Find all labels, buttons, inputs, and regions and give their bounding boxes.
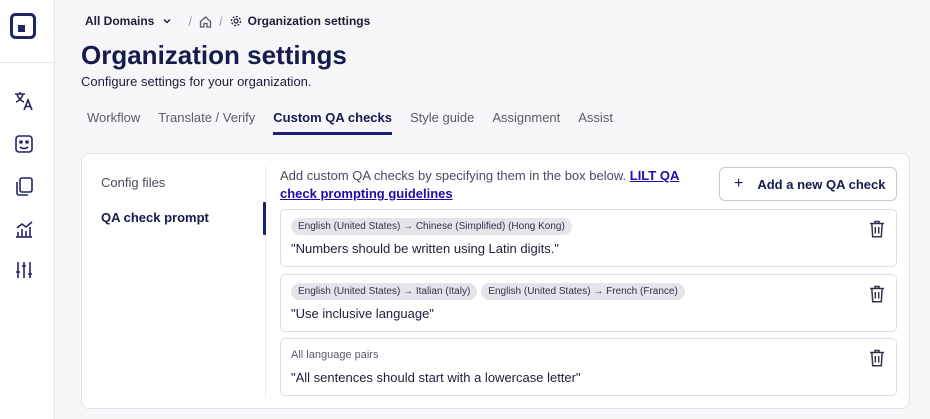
domain-selector[interactable]: All Domains (85, 14, 154, 28)
tab-bar: Workflow Translate / Verify Custom QA ch… (87, 110, 631, 135)
breadcrumb: All Domains / / Organization settings (85, 12, 370, 30)
qa-check-item[interactable]: English (United States) → Chinese (Simpl… (280, 209, 897, 267)
qa-check-prompt-text: "All sentences should start with a lower… (291, 370, 581, 385)
qa-check-item[interactable]: English (United States) → Italian (Italy… (280, 274, 897, 332)
language-pair-tags: English (United States) → Italian (Italy… (291, 283, 689, 300)
qa-check-prompt-text: "Numbers should be written using Latin d… (291, 241, 559, 256)
qa-check-item[interactable]: All language pairs "All sentences should… (280, 338, 897, 396)
logo-icon[interactable] (10, 13, 36, 39)
main-content: All Domains / / Organization settings Or… (55, 0, 930, 419)
qa-check-prompt-text: "Use inclusive language" (291, 306, 434, 321)
trash-icon[interactable] (868, 284, 886, 304)
trash-icon[interactable] (868, 348, 886, 368)
chevron-down-icon[interactable] (162, 16, 172, 26)
settings-card: Config files QA check prompt Add custom … (81, 153, 910, 409)
page-title: Organization settings (81, 40, 347, 70)
tab-workflow[interactable]: Workflow (87, 110, 140, 135)
breadcrumb-current: Organization settings (247, 14, 371, 28)
tab-custom-qa-checks[interactable]: Custom QA checks (273, 110, 393, 135)
plus-icon: + (734, 175, 744, 192)
translate-icon[interactable] (13, 90, 35, 112)
analytics-icon[interactable] (13, 218, 35, 240)
breadcrumb-separator: / (218, 13, 223, 29)
left-rail (0, 0, 55, 419)
tab-assignment[interactable]: Assignment (492, 110, 560, 135)
language-pair-tag: English (United States) → French (France… (481, 283, 685, 300)
page-subtitle: Configure settings for your organization… (81, 74, 312, 89)
language-pair-tag: English (United States) → Chinese (Simpl… (291, 218, 572, 235)
language-pair-scope: All language pairs (291, 349, 379, 361)
intro-description: Add custom QA checks by specifying them … (280, 168, 630, 183)
side-nav-config-files[interactable]: Config files (101, 175, 165, 190)
tab-assist[interactable]: Assist (578, 110, 613, 135)
breadcrumb-separator: / (188, 13, 192, 29)
settings-sliders-icon[interactable] (13, 259, 35, 281)
intro-text: Add custom QA checks by specifying them … (280, 167, 700, 203)
add-qa-check-label: Add a new QA check (757, 176, 886, 192)
side-nav-active-indicator (263, 202, 266, 235)
tab-style-guide[interactable]: Style guide (410, 110, 474, 135)
documents-icon[interactable] (13, 175, 35, 197)
review-icon[interactable] (13, 133, 35, 155)
side-nav-divider (265, 166, 266, 398)
rail-divider (0, 62, 55, 63)
add-qa-check-button[interactable]: + Add a new QA check (719, 167, 897, 201)
trash-icon[interactable] (868, 219, 886, 239)
gear-icon (230, 15, 241, 27)
home-icon[interactable] (199, 15, 212, 28)
language-pair-tags: English (United States) → Chinese (Simpl… (291, 218, 576, 235)
language-pair-tag: English (United States) → Italian (Italy… (291, 283, 478, 300)
tab-translate-verify[interactable]: Translate / Verify (158, 110, 255, 135)
side-nav-qa-check-prompt[interactable]: QA check prompt (101, 210, 209, 225)
